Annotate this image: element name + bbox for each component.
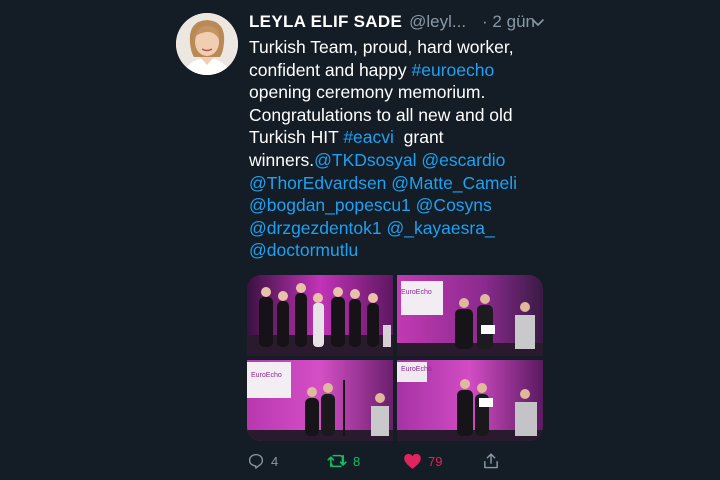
reply-icon bbox=[248, 453, 264, 469]
tweet-text-segment: Turkish HIT bbox=[249, 127, 344, 148]
hashtag-link[interactable]: #euroecho bbox=[412, 60, 495, 80]
tweet-text-line: confident and happy #euroecho bbox=[249, 59, 549, 82]
hashtag-link[interactable]: #eacvi bbox=[343, 127, 394, 147]
share-button[interactable] bbox=[483, 450, 499, 472]
tweet-text-line: Turkish Team, proud, hard worker, bbox=[249, 36, 549, 59]
retweet-icon bbox=[327, 454, 347, 468]
tweet-text-line: Turkish HIT #eacvi grant bbox=[249, 126, 549, 149]
mention-link[interactable]: @Cosyns bbox=[416, 195, 492, 215]
tweet-text-line: @bogdan_popescu1 @Cosyns bbox=[249, 194, 549, 217]
mention-link[interactable]: @drzgezdentok1 bbox=[249, 218, 382, 238]
tweet-text-segment: grant bbox=[393, 127, 444, 148]
tweet-text-line: winners.@TKDsosyal @escardio bbox=[249, 149, 549, 172]
heart-icon bbox=[404, 453, 421, 469]
avatar-photo bbox=[176, 13, 238, 75]
author-avatar[interactable] bbox=[176, 13, 238, 75]
tweet-text-line: opening ceremony memorium. bbox=[249, 81, 549, 104]
mention-link[interactable]: @TKDsosyal bbox=[314, 150, 416, 170]
tweet-text-line: @doctormutlu bbox=[249, 239, 549, 262]
mention-link[interactable]: @_kayaesra_ bbox=[386, 218, 494, 238]
retweet-count: 8 bbox=[353, 453, 361, 469]
tweet-media-grid[interactable]: EuroEcho EuroEcho EuroEcho bbox=[247, 275, 543, 441]
photo-image bbox=[397, 275, 543, 356]
tweet-menu-button[interactable] bbox=[530, 14, 546, 30]
mention-link[interactable]: @escardio bbox=[421, 150, 505, 170]
tweet-header: LEYLA ELIF SADE @leyl... · 2 gün bbox=[249, 10, 549, 34]
reply-button[interactable]: 4 bbox=[247, 450, 278, 472]
chevron-down-icon bbox=[532, 19, 544, 26]
like-count: 79 bbox=[428, 453, 443, 469]
tweet-text-line: @drzgezdentok1 @_kayaesra_ bbox=[249, 217, 549, 240]
tweet-action-bar: 4 8 79 bbox=[247, 450, 547, 472]
reply-count: 4 bbox=[271, 453, 279, 469]
photo-banner-text: EuroEcho bbox=[251, 372, 282, 379]
tweet-text-segment: Congratulations to all new and old bbox=[249, 104, 513, 125]
tweet-text-segment: opening ceremony memorium. bbox=[249, 82, 486, 103]
mention-link[interactable]: @doctormutlu bbox=[249, 240, 358, 260]
tweet-text-line: @ThorEdvardsen @Matte_Cameli bbox=[249, 172, 549, 195]
tweet-text: Turkish Team, proud, hard worker, confide… bbox=[249, 36, 549, 262]
author-handle[interactable]: @leyl... bbox=[409, 12, 466, 32]
mention-link[interactable]: @ThorEdvardsen bbox=[249, 173, 386, 193]
photo-image bbox=[247, 275, 393, 356]
tweet-text-segment: confident and happy bbox=[249, 59, 412, 80]
photo-banner-text: EuroEcho bbox=[401, 289, 432, 296]
photo-banner-text: EuroEcho bbox=[401, 366, 432, 373]
media-photo-award-3[interactable]: EuroEcho bbox=[397, 360, 543, 441]
author-name[interactable]: LEYLA ELIF SADE bbox=[249, 12, 402, 32]
mention-link[interactable]: @Matte_Cameli bbox=[391, 173, 517, 193]
like-button[interactable]: 79 bbox=[403, 450, 442, 472]
media-photo-award-1[interactable]: EuroEcho bbox=[397, 275, 543, 356]
media-photo-award-2[interactable]: EuroEcho bbox=[247, 360, 393, 441]
mention-link[interactable]: @bogdan_popescu1 bbox=[249, 195, 411, 215]
tweet-timestamp[interactable]: · 2 gün bbox=[482, 12, 535, 32]
share-icon bbox=[484, 453, 498, 469]
tweet-text-line: Congratulations to all new and old bbox=[249, 104, 549, 127]
retweet-button[interactable]: 8 bbox=[327, 450, 360, 472]
tweet-text-segment: winners. bbox=[249, 149, 315, 170]
tweet-text-segment: Turkish Team, proud, hard worker, bbox=[249, 37, 514, 57]
media-photo-group[interactable] bbox=[247, 275, 393, 356]
